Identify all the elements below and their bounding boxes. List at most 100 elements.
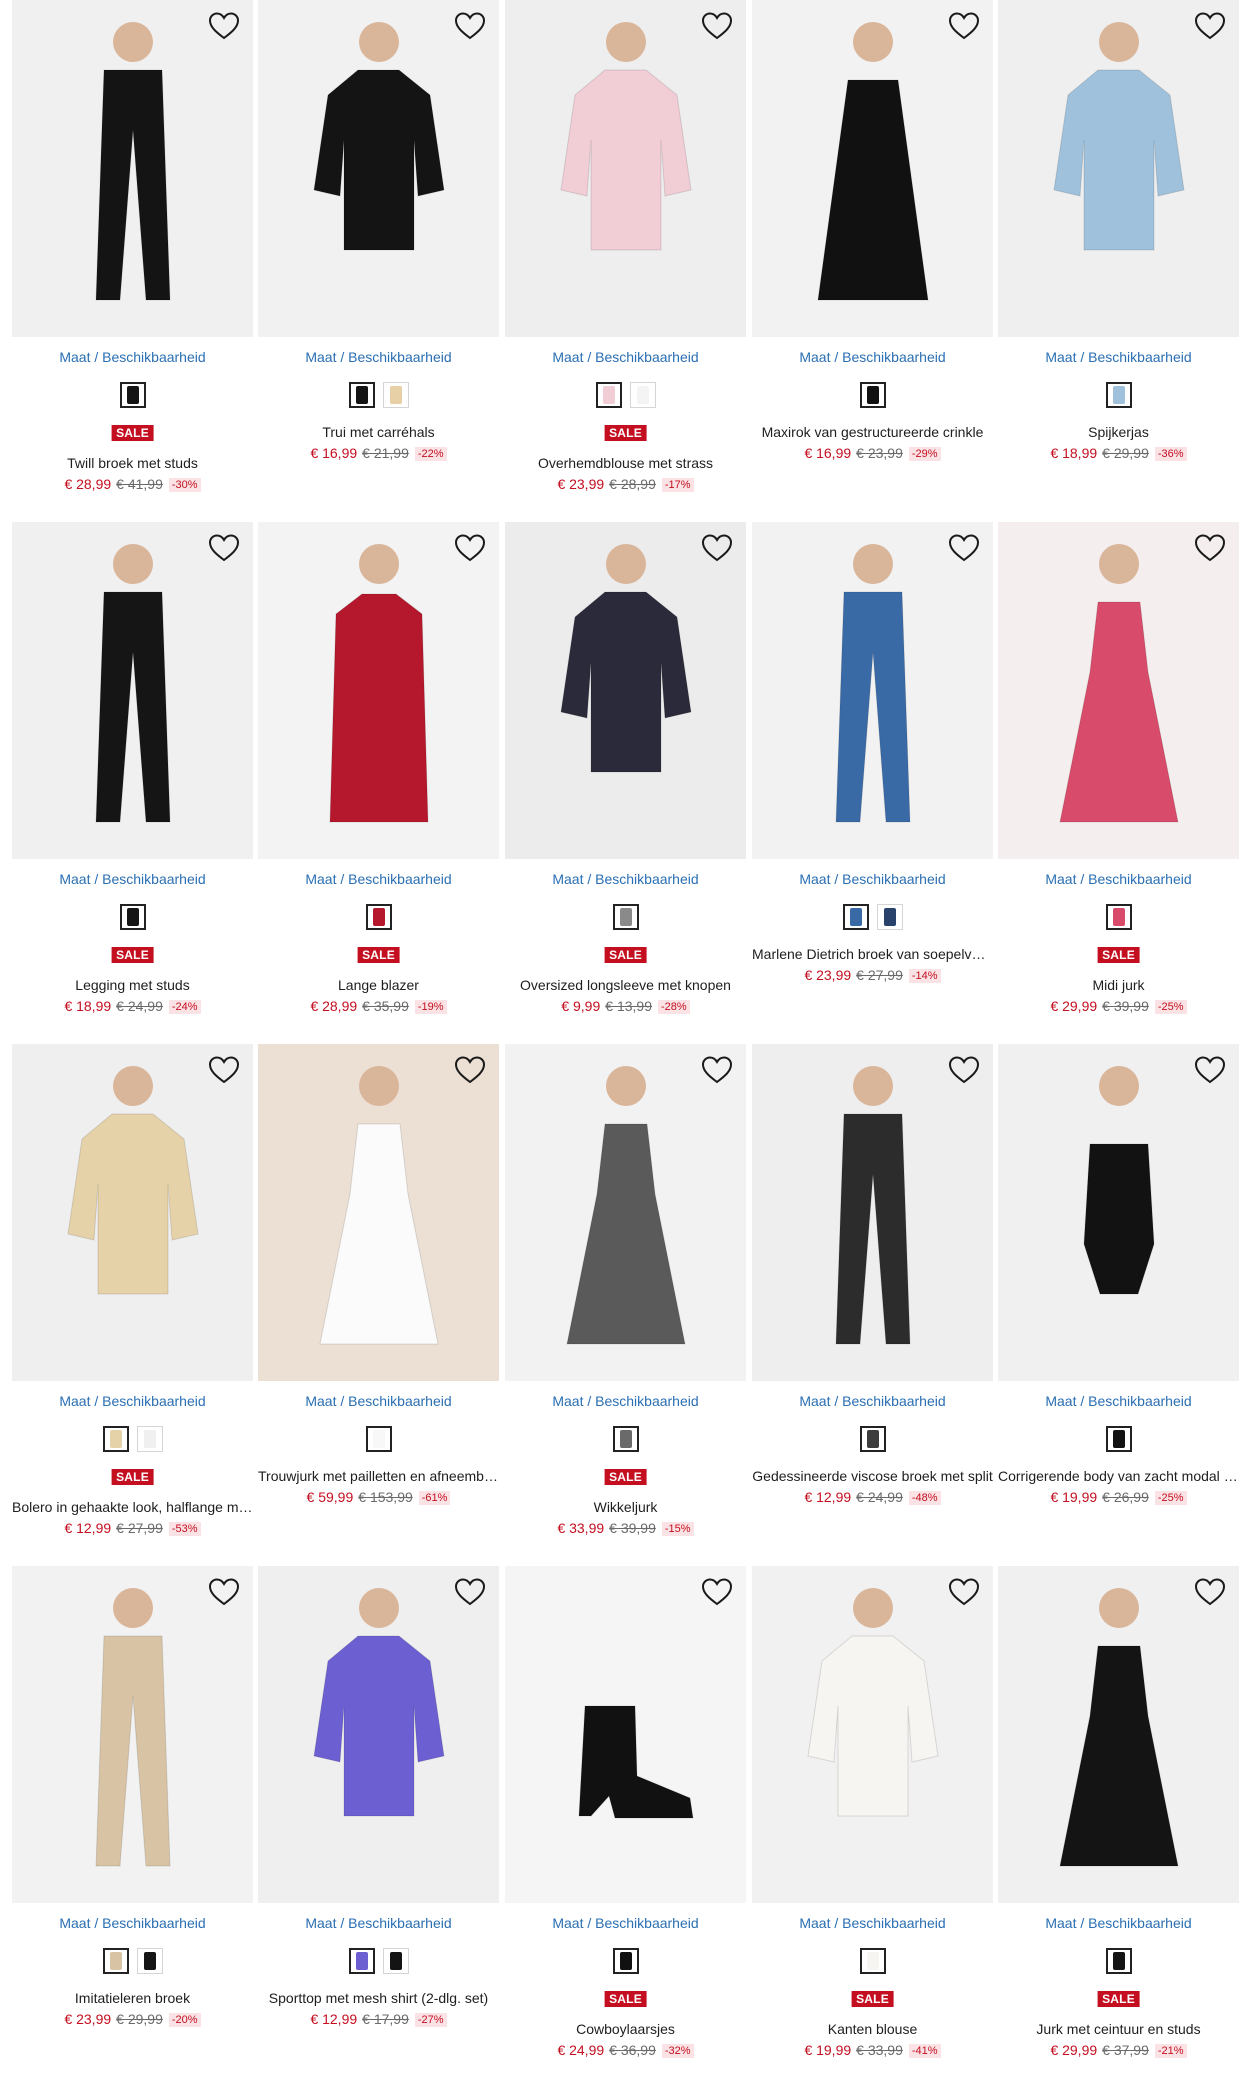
favorite-heart-icon[interactable]: [453, 1054, 487, 1086]
size-availability-link[interactable]: Maat / Beschikbaarheid: [998, 349, 1239, 365]
size-availability-link[interactable]: Maat / Beschikbaarheid: [998, 1915, 1239, 1931]
color-swatch[interactable]: [1105, 1426, 1132, 1452]
product-title[interactable]: Gedessineerde viscose broek met split: [752, 1468, 993, 1484]
favorite-heart-icon[interactable]: [700, 532, 734, 564]
color-swatch[interactable]: [612, 1426, 639, 1452]
product-image[interactable]: [505, 1044, 746, 1381]
size-availability-link[interactable]: Maat / Beschikbaarheid: [258, 1915, 499, 1931]
size-availability-link[interactable]: Maat / Beschikbaarheid: [998, 1393, 1239, 1409]
product-card[interactable]: Maat / Beschikbaarheid SALE Lange blazer € …: [258, 522, 499, 1037]
size-availability-link[interactable]: Maat / Beschikbaarheid: [505, 1915, 746, 1931]
product-card[interactable]: Maat / Beschikbaarheid Trouwjurk met pail…: [258, 1044, 499, 1559]
product-image[interactable]: [12, 1566, 253, 1903]
product-title[interactable]: Legging met studs: [12, 977, 253, 993]
product-title[interactable]: Overhemdblouse met strass: [505, 455, 746, 471]
color-swatch[interactable]: [119, 904, 146, 930]
favorite-heart-icon[interactable]: [1193, 1576, 1227, 1608]
product-title[interactable]: Marlene Dietrich broek van soepelvallend…: [752, 946, 993, 962]
color-swatch[interactable]: [136, 1426, 163, 1452]
product-card[interactable]: Maat / Beschikbaarheid SALE Midi jurk € 29,…: [998, 522, 1239, 1037]
product-image[interactable]: [12, 522, 253, 859]
favorite-heart-icon[interactable]: [207, 532, 241, 564]
product-card[interactable]: Maat / Beschikbaarheid Corrigerende body …: [998, 1044, 1239, 1559]
color-swatch[interactable]: [1105, 382, 1132, 408]
product-title[interactable]: Oversized longsleeve met knopen: [505, 977, 746, 993]
size-availability-link[interactable]: Maat / Beschikbaarheid: [505, 871, 746, 887]
size-availability-link[interactable]: Maat / Beschikbaarheid: [258, 871, 499, 887]
size-availability-link[interactable]: Maat / Beschikbaarheid: [752, 871, 993, 887]
color-swatch[interactable]: [119, 382, 146, 408]
product-card[interactable]: Maat / Beschikbaarheid Maxirok van gestru…: [752, 0, 993, 515]
size-availability-link[interactable]: Maat / Beschikbaarheid: [12, 871, 253, 887]
product-card[interactable]: Maat / Beschikbaarheid SALE Oversized long…: [505, 522, 746, 1037]
color-swatch[interactable]: [629, 382, 656, 408]
product-title[interactable]: Cowboylaarsjes: [505, 2021, 746, 2037]
color-swatch[interactable]: [612, 904, 639, 930]
product-card[interactable]: Maat / Beschikbaarheid SALE Twill broek me…: [12, 0, 253, 515]
product-title[interactable]: Twill broek met studs: [12, 455, 253, 471]
favorite-heart-icon[interactable]: [700, 1054, 734, 1086]
size-availability-link[interactable]: Maat / Beschikbaarheid: [258, 1393, 499, 1409]
size-availability-link[interactable]: Maat / Beschikbaarheid: [505, 349, 746, 365]
product-image[interactable]: [752, 522, 993, 859]
color-swatch[interactable]: [842, 904, 869, 930]
color-swatch[interactable]: [136, 1948, 163, 1974]
color-swatch[interactable]: [348, 1948, 375, 1974]
product-title[interactable]: Corrigerende body van zacht modal met ka…: [998, 1468, 1239, 1484]
product-title[interactable]: Maxirok van gestructureerde crinkle: [752, 424, 993, 440]
favorite-heart-icon[interactable]: [207, 1576, 241, 1608]
product-card[interactable]: Maat / Beschikbaarheid SALE Legging met st…: [12, 522, 253, 1037]
product-image[interactable]: [258, 522, 499, 859]
favorite-heart-icon[interactable]: [1193, 10, 1227, 42]
size-availability-link[interactable]: Maat / Beschikbaarheid: [505, 1393, 746, 1409]
product-title[interactable]: Sporttop met mesh shirt (2-dlg. set): [258, 1990, 499, 2006]
product-title[interactable]: Bolero in gehaakte look, halflange mouwe…: [12, 1499, 253, 1515]
product-card[interactable]: Maat / Beschikbaarheid Imitatieleren broe…: [12, 1566, 253, 2081]
favorite-heart-icon[interactable]: [947, 1576, 981, 1608]
favorite-heart-icon[interactable]: [700, 10, 734, 42]
product-card[interactable]: Maat / Beschikbaarheid Trui met carréhals…: [258, 0, 499, 515]
color-swatch[interactable]: [102, 1948, 129, 1974]
product-image[interactable]: [752, 1044, 993, 1381]
product-image[interactable]: [752, 1566, 993, 1903]
size-availability-link[interactable]: Maat / Beschikbaarheid: [12, 1393, 253, 1409]
color-swatch[interactable]: [382, 382, 409, 408]
favorite-heart-icon[interactable]: [1193, 1054, 1227, 1086]
size-availability-link[interactable]: Maat / Beschikbaarheid: [752, 1915, 993, 1931]
product-title[interactable]: Wikkeljurk: [505, 1499, 746, 1515]
color-swatch[interactable]: [859, 1426, 886, 1452]
favorite-heart-icon[interactable]: [700, 1576, 734, 1608]
product-title[interactable]: Midi jurk: [998, 977, 1239, 993]
product-title[interactable]: Kanten blouse: [752, 2021, 993, 2037]
product-title[interactable]: Trui met carréhals: [258, 424, 499, 440]
product-card[interactable]: Maat / Beschikbaarheid Gedessineerde visc…: [752, 1044, 993, 1559]
size-availability-link[interactable]: Maat / Beschikbaarheid: [752, 1393, 993, 1409]
product-card[interactable]: Maat / Beschikbaarheid SALE Kanten blouse €…: [752, 1566, 993, 2081]
product-card[interactable]: Maat / Beschikbaarheid SALE Bolero in geha…: [12, 1044, 253, 1559]
color-swatch[interactable]: [859, 382, 886, 408]
product-card[interactable]: Maat / Beschikbaarheid SALE Cowboylaarsjes…: [505, 1566, 746, 2081]
product-title[interactable]: Jurk met ceintuur en studs: [998, 2021, 1239, 2037]
product-title[interactable]: Trouwjurk met pailletten en afneembare r…: [258, 1468, 499, 1484]
product-image[interactable]: [998, 522, 1239, 859]
size-availability-link[interactable]: Maat / Beschikbaarheid: [752, 349, 993, 365]
favorite-heart-icon[interactable]: [207, 10, 241, 42]
color-swatch[interactable]: [612, 1948, 639, 1974]
product-card[interactable]: Maat / Beschikbaarheid SALE Jurk met ceint…: [998, 1566, 1239, 2081]
color-swatch[interactable]: [876, 904, 903, 930]
color-swatch[interactable]: [595, 382, 622, 408]
product-image[interactable]: [258, 1044, 499, 1381]
color-swatch[interactable]: [365, 1426, 392, 1452]
product-title[interactable]: Lange blazer: [258, 977, 499, 993]
product-image[interactable]: [258, 1566, 499, 1903]
product-image[interactable]: [998, 0, 1239, 337]
favorite-heart-icon[interactable]: [453, 1576, 487, 1608]
size-availability-link[interactable]: Maat / Beschikbaarheid: [998, 871, 1239, 887]
product-image[interactable]: [998, 1566, 1239, 1903]
product-image[interactable]: [998, 1044, 1239, 1381]
color-swatch[interactable]: [382, 1948, 409, 1974]
color-swatch[interactable]: [348, 382, 375, 408]
product-image[interactable]: [505, 0, 746, 337]
product-image[interactable]: [258, 0, 499, 337]
favorite-heart-icon[interactable]: [947, 532, 981, 564]
